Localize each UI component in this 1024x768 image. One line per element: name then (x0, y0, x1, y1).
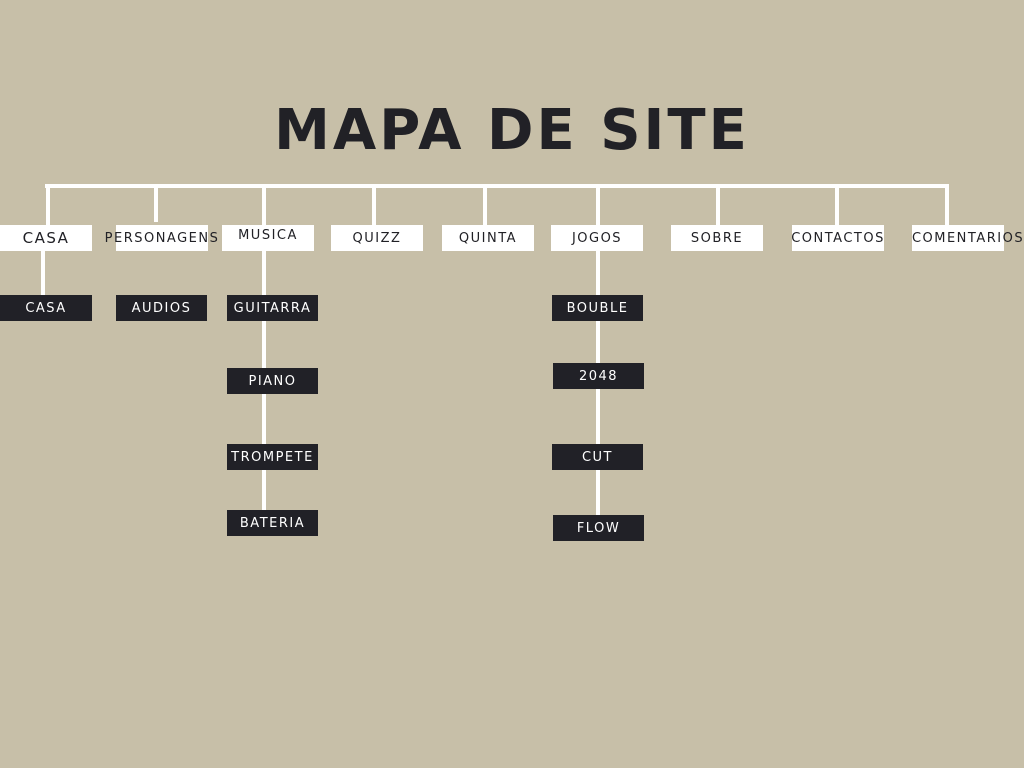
node-label: CONTACTOS (791, 230, 885, 246)
connector-drop-quinta (483, 184, 487, 226)
subnode-label: BOUBLE (566, 300, 629, 316)
subnode-guitarra: GUITARRA (227, 295, 318, 321)
subnode-2048: 2048 (553, 363, 644, 389)
connector-drop-quizz (372, 184, 376, 226)
subnode-trompete: TROMPETE (227, 444, 318, 470)
node-musica: MUSICA (222, 225, 314, 251)
connector-drop-comentarios (945, 184, 949, 226)
subnode-label: FLOW (576, 520, 621, 536)
node-quizz: QUIZZ (331, 225, 423, 251)
node-comentarios: COMENTARIOS (912, 225, 1023, 251)
connector-drop-personagens (154, 184, 158, 222)
page-title: MAPA DE SITE (274, 98, 750, 163)
node-sobre: SOBRE (671, 225, 763, 251)
connector-drop-casa (46, 184, 50, 226)
connector-drop-sobre (716, 184, 720, 226)
node-casa: CASA (0, 225, 92, 251)
node-label: QUINTA (458, 230, 518, 246)
subnode-bouble: BOUBLE (552, 295, 643, 321)
subnode-label: CUT (581, 449, 614, 465)
subnode-label: AUDIOS (131, 300, 192, 316)
node-label: PERSONAGENS (104, 230, 220, 246)
node-label: JOGOS (571, 230, 623, 246)
subnode-flow: FLOW (553, 515, 644, 541)
node-label: SOBRE (690, 230, 744, 246)
node-contactos: CONTACTOS (791, 225, 885, 251)
subnode-label: TROMPETE (231, 449, 314, 465)
subnode-label: BATERIA (239, 515, 306, 531)
connector-branch-casa (41, 250, 45, 298)
subnode-label: PIANO (248, 373, 297, 389)
node-jogos: JOGOS (551, 225, 643, 251)
node-quinta: QUINTA (442, 225, 534, 251)
subnode-casa: CASA (0, 295, 92, 321)
subnode-audios: AUDIOS (116, 295, 207, 321)
connector-horizontal (45, 184, 948, 188)
connector-drop-musica (262, 184, 266, 226)
subnode-cut: CUT (552, 444, 643, 470)
subnode-bateria: BATERIA (227, 510, 318, 536)
subnode-piano: PIANO (227, 368, 318, 394)
node-personagens: PERSONAGENS (105, 225, 218, 251)
subnode-label: GUITARRA (233, 300, 312, 316)
node-label: MUSICA (238, 228, 298, 243)
subnode-label: CASA (25, 300, 67, 316)
subnode-label: 2048 (578, 368, 619, 384)
node-label: CASA (22, 229, 70, 247)
connector-drop-contactos (835, 184, 839, 226)
node-label: COMENTARIOS (911, 230, 1024, 246)
node-label: QUIZZ (352, 230, 402, 246)
connector-drop-jogos (596, 184, 600, 226)
